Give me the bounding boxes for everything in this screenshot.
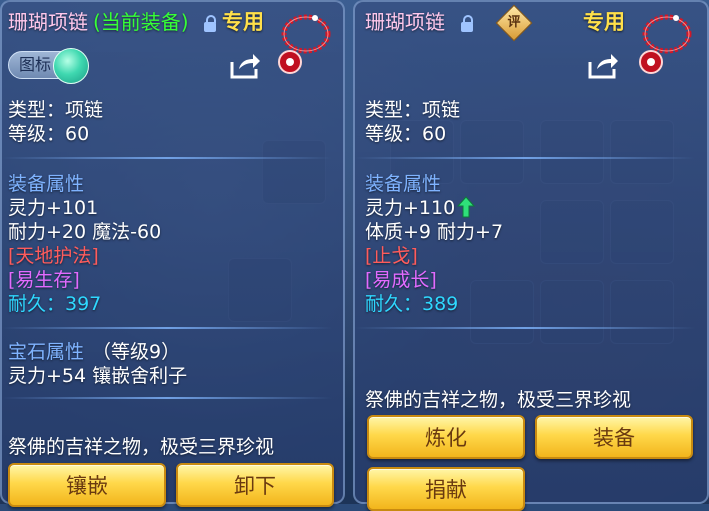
current-equipment-tooltip: 珊瑚项链 (当前装备) 专用 图标 类型：项链 等级：60 装备属性 灵力+10… [0,0,345,507]
share-icon[interactable] [229,52,261,80]
review-badge-icon[interactable]: 评 [495,4,533,42]
stat-increase-arrow-icon [457,196,475,218]
inlay-button[interactable]: 镶嵌 [8,463,166,507]
type-line: 类型：项链 [8,99,104,121]
equip-attr-header: 装备属性 [8,173,85,195]
toggle-label: 图标 [19,55,52,74]
attr-line-2: 耐力+20 魔法-60 [8,221,162,243]
type-line: 类型：项链 [365,99,461,121]
item-description: 祭佛的吉祥之物，极受三界珍视 [8,436,275,458]
attr-line-1: 灵力+110 [365,197,456,219]
exclusive-label: 专用 [583,10,625,34]
unequip-button[interactable]: 卸下 [176,463,334,507]
exclusive-label: 专用 [222,10,264,34]
attr-line-1: 灵力+101 [8,197,99,219]
share-icon[interactable] [587,52,619,80]
durability: 耐久：389 [365,293,459,315]
icon-toggle[interactable]: 图标 [8,48,89,84]
item-name: 珊瑚项链 [365,10,445,34]
divider [2,327,332,329]
divider [2,397,332,399]
level-line: 等级：60 [8,123,90,145]
gem-level: （等级9） [92,341,181,363]
coral-necklace-icon [278,14,331,74]
item-name: 珊瑚项链 [8,10,88,34]
gem-attr-header: 宝石属性 [8,341,85,363]
gem-line: 灵力+54 镶嵌舍利子 [8,365,188,387]
divider [355,327,695,329]
equip-button[interactable]: 装备 [535,415,693,459]
divider [355,157,695,159]
attr-line-2: 体质+9 耐力+7 [365,221,504,243]
special-effect: [易成长] [365,269,437,291]
divider [2,157,332,159]
donate-button[interactable]: 捐献 [367,467,525,511]
review-badge-label: 评 [507,15,521,30]
refine-button[interactable]: 炼化 [367,415,525,459]
coral-necklace-icon [639,14,692,74]
toggle-knob [53,48,89,84]
item-description: 祭佛的吉祥之物，极受三界珍视 [365,389,632,411]
level-line: 等级：60 [365,123,447,145]
special-skill: [止戈] [365,245,418,267]
lock-icon [204,15,216,32]
special-skill: [天地护法] [8,245,99,267]
durability: 耐久：397 [8,293,102,315]
special-effect: [易生存] [8,269,80,291]
equip-attr-header: 装备属性 [365,173,442,195]
equipped-tag: (当前装备) [93,10,189,34]
lock-icon [461,15,473,32]
compare-item-tooltip: 珊瑚项链 评 专用 类型：项链 等级：60 装备属性 灵力+110 体质+9 耐… [353,0,709,511]
